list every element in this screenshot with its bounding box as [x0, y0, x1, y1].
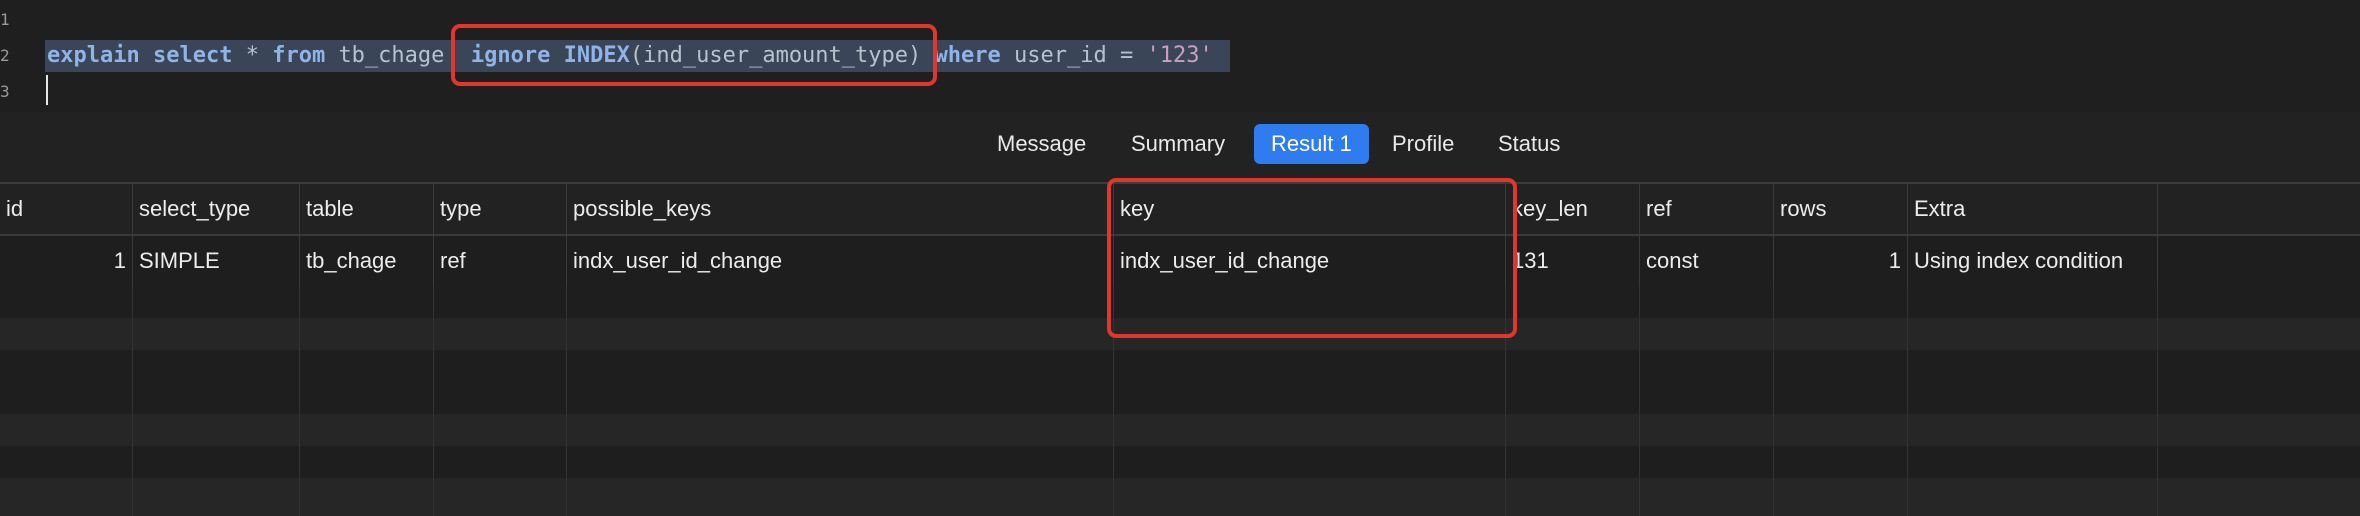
tab-summary[interactable]: Summary — [1114, 124, 1242, 164]
col-header-ref[interactable]: ref — [1640, 184, 1774, 234]
result-tabs-bar: Message Summary Result 1 Profile Status — [0, 112, 2360, 184]
tab-status[interactable]: Status — [1481, 124, 1577, 164]
col-header-type[interactable]: type — [434, 184, 567, 234]
empty-row — [0, 446, 2360, 478]
line-number: 2 — [0, 46, 10, 65]
col-header-table[interactable]: table — [300, 184, 434, 234]
line-number: 3 — [0, 82, 10, 101]
text-cursor — [46, 75, 48, 105]
col-header-key-len[interactable]: key_len — [1506, 184, 1640, 234]
cell-table: tb_chage — [300, 236, 434, 286]
kw-where: where — [934, 43, 1001, 68]
select-star: * — [245, 43, 259, 68]
cell-id: 1 — [0, 236, 133, 286]
key-column-highlight-box — [1107, 178, 1517, 338]
tab-result-1[interactable]: Result 1 — [1254, 124, 1369, 164]
col-header-select-type[interactable]: select_type — [133, 184, 300, 234]
empty-row — [0, 350, 2360, 382]
sql-editor[interactable]: 1 2 3 explain select * from tb_chage ign… — [0, 0, 2360, 112]
line-gutter: 1 2 3 — [0, 0, 36, 112]
cell-rows: 1 — [1774, 236, 1908, 286]
col-header-id[interactable]: id — [0, 184, 133, 234]
ignore-index-highlight-box — [451, 24, 937, 86]
empty-row — [0, 382, 2360, 414]
cell-extra: Using index condition — [1908, 236, 2158, 286]
empty-row — [0, 414, 2360, 446]
col-header-possible-keys[interactable]: possible_keys — [567, 184, 1114, 234]
col-header-extra[interactable]: Extra — [1908, 184, 2158, 234]
cell-key-len: 131 — [1506, 236, 1640, 286]
where-condition: user_id = — [1014, 43, 1134, 68]
tab-profile[interactable]: Profile — [1375, 124, 1471, 164]
string-literal: '123' — [1146, 43, 1213, 68]
kw-from: from — [272, 43, 326, 68]
tab-message[interactable]: Message — [980, 124, 1103, 164]
kw-select: select — [152, 43, 233, 68]
table-name: tb_chage — [338, 43, 445, 68]
cell-type: ref — [434, 236, 567, 286]
line-number: 1 — [0, 10, 10, 29]
cell-select-type: SIMPLE — [133, 236, 300, 286]
empty-row — [0, 478, 2360, 516]
kw-explain: explain — [47, 43, 140, 68]
col-header-rows[interactable]: rows — [1774, 184, 1908, 234]
cell-ref: const — [1640, 236, 1774, 286]
cell-possible-keys: indx_user_id_change — [567, 236, 1114, 286]
